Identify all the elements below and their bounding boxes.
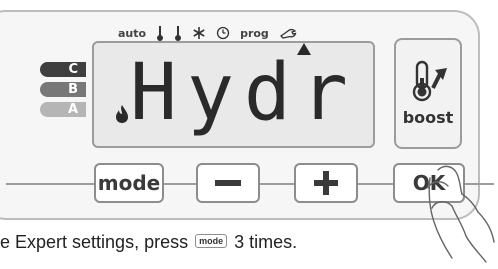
clock-icon — [216, 26, 230, 40]
flame-icon — [116, 105, 128, 123]
instruction-text: e Expert settings, press mode 3 times. — [0, 232, 297, 253]
prog-indicator: prog — [240, 26, 269, 40]
instruction-prefix: e Expert settings, press — [0, 232, 189, 252]
boost-label: boost — [402, 108, 454, 127]
thermometer-icon — [156, 26, 164, 41]
tab-c: C — [40, 62, 86, 77]
auto-indicator: auto — [118, 26, 147, 40]
boost-button[interactable]: boost — [394, 38, 462, 149]
thermometer-up-arrow-icon — [412, 60, 447, 102]
instruction-suffix: 3 times. — [234, 232, 298, 252]
thermometer-icon — [174, 26, 182, 41]
minus-icon — [215, 180, 241, 186]
plus-button[interactable] — [294, 163, 358, 203]
plus-icon — [314, 171, 338, 195]
lcd-text: Hydr — [130, 48, 358, 138]
mode-label: mode — [97, 171, 161, 195]
thermostat-illustration: auto prog C B A Hydr boost mode OK e Exp… — [0, 0, 498, 269]
inline-mode-key: mode — [195, 234, 228, 249]
snowflake-icon — [192, 26, 206, 40]
tab-a: A — [40, 102, 86, 117]
wrench-icon — [279, 26, 297, 40]
tab-c-label: C — [68, 62, 78, 77]
tab-b-label: B — [68, 82, 78, 97]
hand-illustration — [427, 165, 495, 263]
tab-b: B — [40, 82, 86, 97]
minus-button[interactable] — [196, 163, 260, 203]
tab-a-label: A — [67, 102, 78, 117]
indicator-bar: auto prog — [118, 26, 297, 41]
mode-button[interactable]: mode — [94, 163, 164, 203]
